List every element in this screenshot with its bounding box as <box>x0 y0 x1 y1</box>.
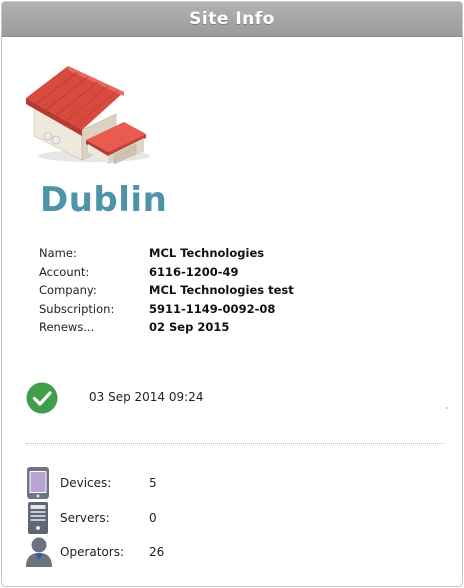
stat-servers: Servers: 0 <box>26 501 157 535</box>
stat-operators: Operators: 26 <box>26 536 164 568</box>
stat-label: Operators: <box>60 545 125 559</box>
operator-icon <box>26 537 52 567</box>
detail-label: Renews... <box>39 320 95 334</box>
stat-devices: Devices: 5 <box>26 466 157 500</box>
building-icon <box>26 66 150 164</box>
detail-value: 6116-1200-49 <box>149 264 239 279</box>
detail-label: Account: <box>39 264 90 279</box>
detail-value: 02 Sep 2015 <box>149 320 230 334</box>
stat-value: 26 <box>149 545 165 559</box>
detail-label: Subscription: <box>39 301 115 316</box>
stat-label: Servers: <box>60 511 110 525</box>
detail-value: MCL Technologies <box>149 246 265 260</box>
stat-label: Devices: <box>60 476 112 490</box>
detail-row-renews: Renews... 02 Sep 2015 <box>39 318 294 337</box>
site-details: Name: MCL Technologies Account: 6116-120… <box>39 244 294 337</box>
detail-row-name: Name: MCL Technologies <box>39 244 294 263</box>
server-icon <box>28 502 48 534</box>
detail-row-account: Account: 6116-1200-49 <box>39 263 294 282</box>
site-name: Dublin <box>40 180 168 220</box>
divider <box>26 443 444 444</box>
status-indicator <box>26 382 58 418</box>
status-timestamp: 03 Sep 2014 09:24 <box>89 390 204 404</box>
detail-value: MCL Technologies test <box>149 283 294 297</box>
detail-label: Company: <box>39 283 97 297</box>
device-icon <box>27 467 49 499</box>
detail-row-subscription: Subscription: 5911-1149-0092-08 <box>39 300 294 319</box>
check-circle-icon <box>26 382 58 414</box>
site-info-panel: Site Info Dublin Name: MCL Technologies … <box>1 1 463 587</box>
detail-label: Name: <box>39 246 77 260</box>
panel-title: Site Info <box>2 2 462 37</box>
detail-row-company: Company: MCL Technologies test <box>39 281 294 300</box>
stat-value: 5 <box>149 476 157 490</box>
detail-value: 5911-1149-0092-08 <box>149 301 276 316</box>
stat-value: 0 <box>149 511 157 525</box>
scroll-marker <box>446 407 448 409</box>
